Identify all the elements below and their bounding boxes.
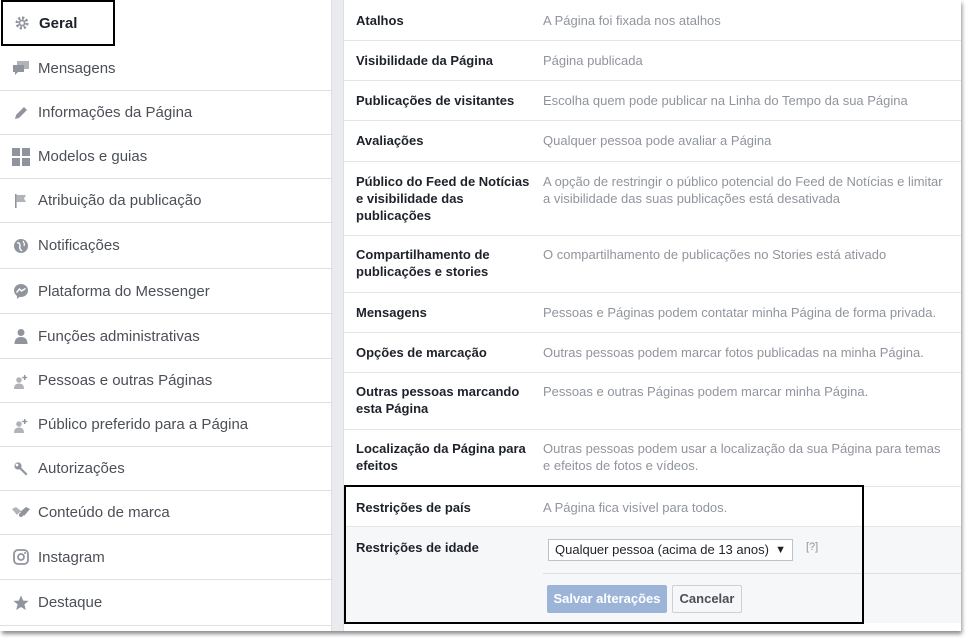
setting-label: Avaliações (356, 133, 424, 148)
setting-row-mensagens[interactable]: Mensagens Pessoas e Páginas podem contat… (344, 293, 961, 333)
setting-row-compartilhamento[interactable]: Compartilhamento de publicações e storie… (344, 236, 961, 293)
setting-label: Localização da Página para efeitos (356, 441, 526, 473)
sidebar-item-label: Público preferido para a Página (38, 416, 249, 433)
setting-value: Página publicada (543, 53, 643, 68)
sidebar-item-label: Funções administrativas (38, 327, 200, 345)
add-person-icon (12, 416, 30, 434)
sidebar-item-label: Informações da Página (38, 104, 193, 121)
setting-label: Mensagens (356, 305, 427, 320)
setting-row-marcacao[interactable]: Opções de marcação Outras pessoas podem … (344, 333, 961, 373)
sidebar-item-label: Plataforma do Messenger (38, 282, 210, 300)
messenger-icon (12, 282, 30, 300)
pencil-icon (12, 104, 30, 122)
settings-sidebar: Geral Mensagens Informações da Página Mo… (0, 0, 332, 631)
age-restriction-selected: Qualquer pessoa (acima de 13 anos) (555, 542, 769, 557)
instagram-icon (12, 548, 30, 566)
setting-row-localizacao[interactable]: Localização da Página para efeitos Outra… (344, 430, 961, 487)
cancel-button[interactable]: Cancelar (672, 585, 742, 613)
setting-value: A opção de restringir o público potencia… (543, 174, 943, 206)
grid-icon (12, 147, 30, 166)
setting-row-feed-noticias[interactable]: Público do Feed de Notícias e visibilida… (344, 162, 961, 236)
setting-value: Qualquer pessoa pode avaliar a Página (543, 133, 772, 148)
setting-row-visibilidade[interactable]: Visibilidade da Página Página publicada (344, 41, 961, 81)
sidebar-item-mensagens[interactable]: Mensagens (0, 46, 331, 91)
sidebar-item-notificacoes[interactable]: Notificações (0, 223, 331, 269)
divider (543, 573, 961, 574)
sidebar-item-autorizacoes[interactable]: Autorizações (0, 447, 331, 491)
sidebar-item-label: Instagram (38, 548, 105, 566)
settings-window: Geral Mensagens Informações da Página Mo… (0, 0, 961, 631)
sidebar-item-pessoas[interactable]: Pessoas e outras Páginas (0, 359, 331, 403)
sidebar-item-atribuicao[interactable]: Atribuição da publicação (0, 179, 331, 223)
star-icon (12, 594, 30, 612)
setting-label: Outras pessoas marcando esta Página (356, 384, 520, 416)
age-restriction-select[interactable]: Qualquer pessoa (acima de 13 anos) ▼ (548, 539, 793, 561)
setting-label: Restrições de idade (356, 540, 479, 555)
setting-label: Opções de marcação (356, 345, 487, 360)
dropdown-arrow-icon: ▼ (775, 544, 786, 556)
setting-label: Público do Feed de Notícias e visibilida… (356, 174, 530, 223)
handshake-icon (12, 504, 30, 522)
setting-row-restricoes-idade: Restrições de idade Qualquer pessoa (aci… (344, 527, 961, 623)
setting-label: Restrições de país (356, 500, 471, 515)
setting-label: Publicações de visitantes (356, 93, 515, 108)
setting-row-publicacoes-visitantes[interactable]: Publicações de visitantes Escolha quem p… (344, 81, 961, 121)
wrench-icon (12, 460, 30, 478)
sidebar-item-label: Destaque (38, 594, 103, 611)
setting-value: Outras pessoas podem usar a localização … (543, 441, 941, 473)
setting-label: Visibilidade da Página (356, 53, 494, 68)
sidebar-item-messenger[interactable]: Plataforma do Messenger (0, 269, 331, 314)
person-icon (12, 327, 30, 345)
sidebar-item-label: Mensagens (38, 59, 116, 77)
sidebar-item-informacoes[interactable]: Informações da Página (0, 91, 331, 135)
sidebar-item-conteudo-marca[interactable]: Conteúdo de marca (0, 491, 331, 535)
help-link[interactable]: [?] (806, 541, 818, 553)
settings-panel: Atalhos A Página foi fixada nos atalhos … (343, 0, 961, 631)
setting-row-atalhos[interactable]: Atalhos A Página foi fixada nos atalhos (344, 0, 961, 41)
gear-icon (13, 14, 31, 32)
sidebar-item-label: Pessoas e outras Páginas (38, 372, 213, 389)
sidebar-item-label: Autorizações (38, 460, 125, 477)
add-person-icon (12, 372, 30, 390)
setting-value: A Página fica visível para todos. (543, 500, 728, 515)
chat-bubbles-icon (12, 59, 30, 77)
setting-value: Escolha quem pode publicar na Linha do T… (543, 93, 908, 108)
setting-value: Outras pessoas podem marcar fotos public… (543, 345, 924, 360)
setting-label: Compartilhamento de publicações e storie… (356, 247, 490, 279)
setting-value: Pessoas e outras Páginas podem marcar mi… (543, 384, 869, 399)
setting-label: Atalhos (356, 13, 404, 28)
setting-row-restricoes-pais[interactable]: Restrições de país A Página fica visível… (344, 487, 961, 527)
setting-value: O compartilhamento de publicações no Sto… (543, 247, 887, 262)
sidebar-item-label: Conteúdo de marca (38, 504, 170, 521)
sidebar-item-label: Notificações (38, 237, 120, 254)
setting-value: Pessoas e Páginas podem contatar minha P… (543, 305, 937, 320)
setting-row-outras-pessoas-marcando[interactable]: Outras pessoas marcando esta Página Pess… (344, 373, 961, 430)
save-button[interactable]: Salvar alterações (547, 585, 667, 613)
setting-value: A Página foi fixada nos atalhos (543, 13, 721, 28)
sidebar-item-label: Modelos e guias (38, 148, 148, 165)
sidebar-item-destaque[interactable]: Destaque (0, 580, 331, 626)
sidebar-item-label: Atribuição da publicação (38, 192, 202, 209)
sidebar-item-publico-preferido[interactable]: Público preferido para a Página (0, 403, 331, 447)
globe-icon (12, 237, 30, 255)
sidebar-item-label: Geral (39, 14, 78, 32)
flag-icon (12, 192, 30, 210)
setting-row-avaliacoes[interactable]: Avaliações Qualquer pessoa pode avaliar … (344, 121, 961, 162)
sidebar-item-instagram[interactable]: Instagram (0, 535, 331, 580)
sidebar-item-geral[interactable]: Geral (1, 0, 115, 46)
sidebar-item-funcoes[interactable]: Funções administrativas (0, 314, 331, 359)
sidebar-item-modelos[interactable]: Modelos e guias (0, 135, 331, 179)
